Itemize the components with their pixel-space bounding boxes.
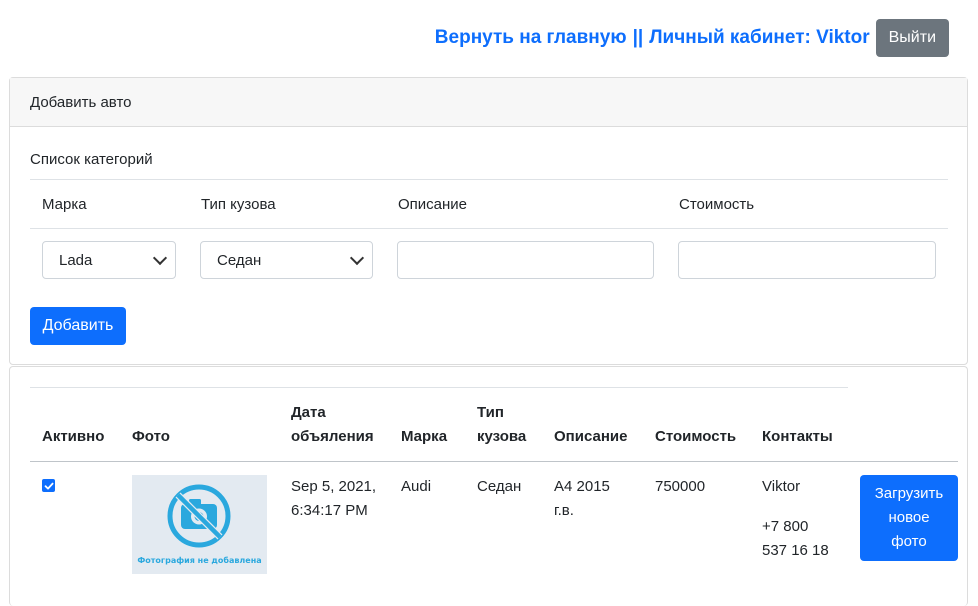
column-header-body-line1: Тип bbox=[477, 404, 504, 421]
car-photo-placeholder: Фотография не добавлена bbox=[132, 475, 267, 574]
cell-date-line2: 6:34:17 PM bbox=[291, 502, 368, 519]
column-header-body: Тип кузова bbox=[477, 401, 526, 449]
add-button[interactable]: Добавить bbox=[30, 307, 126, 345]
category-list-label: Список категорий bbox=[30, 151, 153, 168]
upload-photo-button[interactable]: Загрузить новое фото bbox=[860, 475, 958, 561]
top-navigation: Вернуть на главную || Личный кабинет: Vi… bbox=[435, 19, 949, 57]
description-label: Описание bbox=[398, 196, 468, 213]
divider bbox=[30, 179, 948, 180]
cell-brand: Audi bbox=[401, 478, 432, 495]
active-checkbox[interactable] bbox=[42, 479, 55, 492]
cell-description-line2: г.в. bbox=[554, 502, 574, 519]
column-header-active: Активно bbox=[42, 428, 105, 445]
listings-card: Активно Фото Дата объяления Марка Тип ку… bbox=[9, 366, 968, 606]
cabinet-link[interactable]: Личный кабинет: Viktor bbox=[649, 27, 869, 49]
cell-price: 750000 bbox=[655, 478, 706, 495]
body-type-label: Тип кузова bbox=[201, 196, 276, 213]
add-car-card: Добавить авто Список категорий Марка Тип… bbox=[9, 77, 968, 365]
cell-description: A4 2015 г.в. bbox=[554, 475, 610, 523]
price-input[interactable] bbox=[678, 241, 936, 279]
upload-label-line1: Загрузить bbox=[874, 485, 944, 502]
logout-button[interactable]: Выйти bbox=[875, 19, 949, 57]
contact-name: Viktor bbox=[762, 478, 801, 495]
column-header-body-line2: кузова bbox=[477, 428, 527, 445]
cell-contacts: Viktor +7 800 537 16 18 bbox=[762, 475, 829, 563]
cell-date: Sep 5, 2021, 6:34:17 PM bbox=[291, 475, 376, 523]
column-header-date-line1: Дата bbox=[291, 404, 326, 421]
no-photo-caption: Фотография не добавлена bbox=[137, 556, 262, 565]
brand-select[interactable]: Lada bbox=[42, 241, 176, 279]
brand-label: Марка bbox=[42, 196, 87, 213]
body-type-select[interactable]: Седан bbox=[200, 241, 373, 279]
cell-body: Седан bbox=[477, 478, 522, 495]
checkmark-icon bbox=[44, 482, 53, 489]
upload-label-line2: новое bbox=[888, 509, 930, 526]
brand-select-value: Lada bbox=[59, 251, 93, 269]
contact-phone-line1: +7 800 bbox=[762, 518, 809, 535]
add-car-title: Добавить авто bbox=[10, 78, 967, 127]
contact-phone-line2: 537 16 18 bbox=[762, 542, 829, 559]
column-header-photo: Фото bbox=[132, 428, 170, 445]
home-link[interactable]: Вернуть на главную bbox=[435, 27, 627, 49]
column-header-contacts: Контакты bbox=[762, 428, 833, 445]
column-header-date-line2: объяления bbox=[291, 428, 374, 445]
table-header-divider bbox=[30, 461, 958, 462]
description-input[interactable] bbox=[397, 241, 654, 279]
chevron-down-icon bbox=[152, 250, 168, 266]
upload-label-line3: фото bbox=[891, 533, 927, 550]
column-header-price: Стоимость bbox=[655, 428, 737, 445]
column-header-brand: Марка bbox=[401, 428, 448, 445]
cell-date-line1: Sep 5, 2021, bbox=[291, 478, 377, 495]
link-separator: || bbox=[632, 27, 644, 48]
body-type-select-value: Седан bbox=[217, 251, 262, 269]
column-header-date: Дата объяления bbox=[291, 401, 374, 449]
price-label: Стоимость bbox=[679, 196, 755, 213]
divider bbox=[30, 228, 948, 229]
column-header-description: Описание bbox=[554, 428, 628, 445]
cell-description-line1: A4 2015 bbox=[554, 478, 610, 495]
divider bbox=[30, 387, 848, 388]
chevron-down-icon bbox=[349, 250, 365, 266]
